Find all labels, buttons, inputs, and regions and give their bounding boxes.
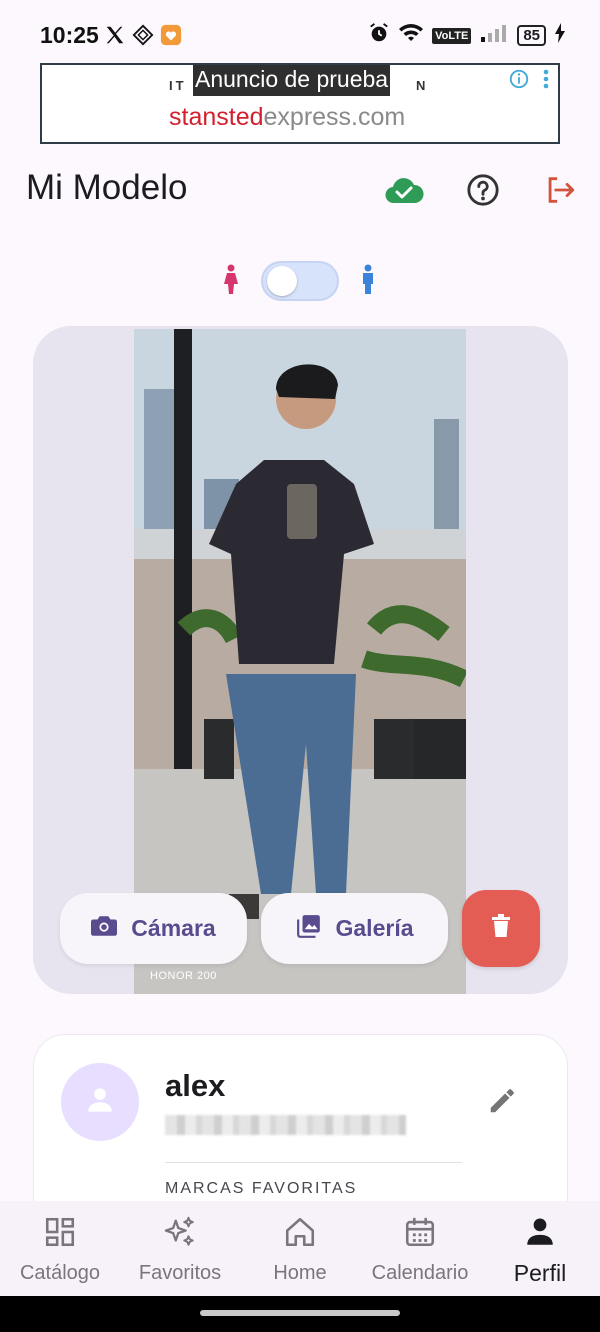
heart-app-icon bbox=[160, 24, 182, 51]
ad-domain-brand: stansted bbox=[169, 103, 264, 131]
system-gesture-bar bbox=[0, 1296, 600, 1332]
status-bar: 10:25 VoLTE 85 bbox=[0, 0, 600, 60]
bottom-navigation: Catálogo Favoritos Home Calendario Perfi… bbox=[0, 1201, 600, 1296]
wifi-icon bbox=[398, 22, 424, 49]
ad-tag-right: N bbox=[416, 78, 426, 93]
nav-item-favoritos[interactable]: Favoritos bbox=[120, 1201, 240, 1296]
nav-label-home: Home bbox=[273, 1262, 327, 1284]
person-avatar-icon bbox=[86, 1086, 114, 1119]
gallery-icon bbox=[296, 913, 322, 944]
nav-item-calendario[interactable]: Calendario bbox=[360, 1201, 480, 1296]
help-icon[interactable] bbox=[463, 170, 503, 210]
ad-info-icon[interactable] bbox=[508, 68, 530, 95]
gender-switch[interactable] bbox=[261, 261, 339, 301]
volte-badge: VoLTE bbox=[432, 27, 472, 44]
gender-switch-thumb bbox=[267, 266, 297, 296]
x-app-icon bbox=[104, 24, 126, 51]
signal-icon bbox=[479, 23, 509, 48]
edit-profile-button[interactable] bbox=[484, 1085, 520, 1121]
gender-toggle-row bbox=[0, 258, 600, 302]
ad-tag-left: IT bbox=[169, 78, 187, 93]
pencil-icon bbox=[487, 1086, 517, 1121]
gesture-handle[interactable] bbox=[200, 1310, 400, 1316]
ad-domain-suffix: express.com bbox=[263, 103, 406, 131]
trash-icon bbox=[490, 914, 512, 943]
catalog-grid-icon bbox=[43, 1215, 77, 1254]
ad-domain: stanstedexpress.com bbox=[169, 103, 405, 132]
ad-more-icon[interactable] bbox=[542, 68, 550, 95]
nav-item-perfil[interactable]: Perfil bbox=[480, 1201, 600, 1296]
person-icon bbox=[523, 1215, 557, 1254]
calendar-icon bbox=[403, 1215, 437, 1254]
nav-item-catalogo[interactable]: Catálogo bbox=[0, 1201, 120, 1296]
logout-icon[interactable] bbox=[540, 170, 580, 210]
camera-watermark: HONOR 200 bbox=[150, 970, 217, 982]
battery-indicator: 85 bbox=[517, 25, 546, 46]
camera-icon bbox=[91, 915, 118, 942]
camera-button[interactable]: Cámara bbox=[60, 893, 247, 964]
delete-photo-button[interactable] bbox=[462, 890, 540, 967]
favorite-brands-label: MARCAS FAVORITAS bbox=[165, 1180, 358, 1197]
page-title: Mi Modelo bbox=[26, 168, 188, 207]
nav-item-home[interactable]: Home bbox=[240, 1201, 360, 1296]
ad-test-label: Anuncio de prueba bbox=[193, 65, 391, 96]
alarm-icon bbox=[368, 22, 390, 49]
nav-label-calendario: Calendario bbox=[371, 1262, 469, 1284]
cloud-sync-icon[interactable] bbox=[384, 170, 424, 210]
avatar bbox=[61, 1063, 139, 1141]
diamond-app-icon bbox=[132, 24, 154, 51]
male-icon bbox=[359, 264, 377, 301]
home-icon bbox=[283, 1215, 317, 1254]
camera-button-label: Cámara bbox=[131, 915, 216, 941]
status-system-icons: VoLTE 85 bbox=[368, 22, 566, 49]
nav-label-catalogo: Catálogo bbox=[19, 1262, 101, 1284]
ad-banner[interactable]: IT N Anuncio de prueba stanstedexpress.c… bbox=[40, 63, 560, 144]
female-icon bbox=[222, 264, 240, 301]
user-email-redacted bbox=[165, 1115, 406, 1135]
status-time: 10:25 bbox=[40, 22, 99, 48]
charging-icon bbox=[554, 23, 566, 48]
sparkles-icon bbox=[163, 1215, 197, 1254]
nav-label-favoritos: Favoritos bbox=[138, 1262, 222, 1284]
gallery-button-label: Galería bbox=[335, 915, 414, 941]
user-name: alex bbox=[165, 1068, 226, 1103]
gallery-button[interactable]: Galería bbox=[261, 893, 448, 964]
profile-divider bbox=[165, 1162, 462, 1163]
nav-label-perfil: Perfil bbox=[513, 1260, 567, 1286]
status-notification-icons bbox=[104, 24, 182, 51]
